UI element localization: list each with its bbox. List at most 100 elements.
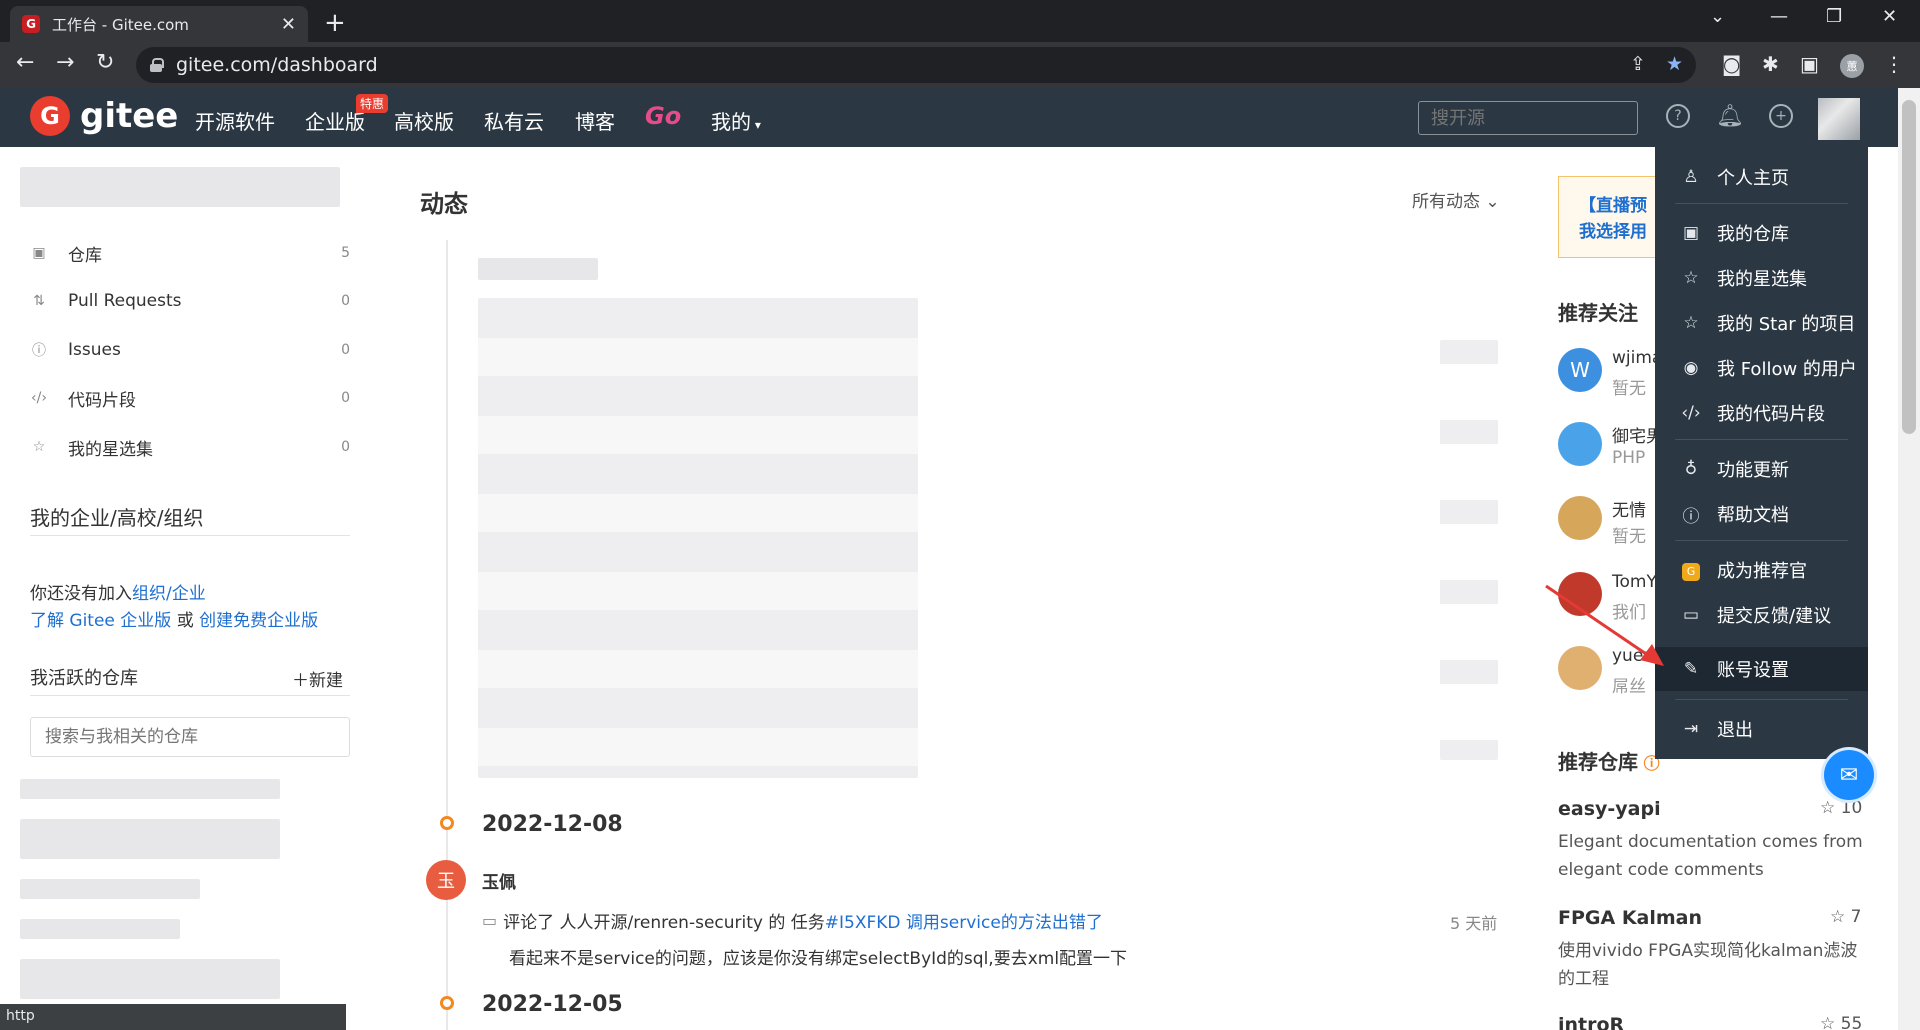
rec-repo-name[interactable]: FPGA Kalman	[1558, 907, 1702, 929]
menu-item-label: 我的仓库	[1717, 224, 1789, 245]
feedback-icon: ▭	[1682, 605, 1700, 625]
sidebar-item-count: 0	[341, 390, 350, 406]
back-icon[interactable]: ←	[16, 50, 34, 75]
browser-profile-avatar[interactable]: 蕙	[1840, 54, 1864, 78]
minimize-icon[interactable]: —	[1770, 6, 1788, 27]
recommended-user[interactable]: 御宅男 PHP	[1558, 422, 1663, 470]
menu-item-following[interactable]: ◉ 我 Follow 的用户	[1655, 346, 1868, 390]
repo-star-count[interactable]: ☆ 10	[1820, 798, 1862, 818]
create-enterprise-link[interactable]: 创建免费企业版	[199, 611, 318, 631]
close-tab-icon[interactable]: ✕	[281, 14, 296, 35]
org-text-prefix: 你还没有加入	[30, 584, 132, 604]
menu-item-label: 提交反馈/建议	[1717, 606, 1832, 627]
restore-icon[interactable]: ❐	[1826, 6, 1842, 27]
side-panel-icon[interactable]: ▣	[1800, 52, 1819, 76]
nav-open-source[interactable]: 开源软件	[195, 106, 275, 135]
header-search-input[interactable]	[1418, 101, 1638, 135]
repo-star-number: 55	[1840, 1014, 1863, 1030]
feed-user-name[interactable]: 玉佩	[482, 868, 516, 893]
nav-mine[interactable]: 我的 ▾	[711, 106, 761, 135]
menu-item-recommender[interactable]: G 成为推荐官	[1655, 548, 1868, 592]
star-icon: ☆	[1820, 798, 1841, 818]
gitee-logo[interactable]: G gitee	[30, 96, 178, 136]
repo-star-number: 10	[1840, 798, 1863, 818]
menu-item-feedback[interactable]: ▭ 提交反馈/建议	[1655, 593, 1868, 637]
blurred-repo	[20, 879, 200, 899]
repo-star-count[interactable]: ☆ 55	[1820, 1014, 1862, 1030]
feed-date: 2022-12-08	[482, 812, 623, 837]
active-repos-heading: 我活跃的仓库	[30, 668, 138, 689]
nav-private-cloud[interactable]: 私有云	[484, 106, 544, 135]
star-icon: ☆	[1820, 1014, 1841, 1030]
help-icon: ⓘ	[1682, 506, 1700, 527]
menu-item-profile[interactable]: ♙ 个人主页	[1655, 155, 1868, 199]
sidebar-item-repos[interactable]: ▣ 仓库 5	[30, 239, 350, 267]
rec-repo-name[interactable]: easy-yapi	[1558, 798, 1661, 820]
tab-search-icon[interactable]: ⌄	[1710, 6, 1725, 27]
menu-item-updates[interactable]: ♁ 功能更新	[1655, 447, 1868, 491]
menu-item-account-settings[interactable]: ✎ 账号设置	[1655, 647, 1868, 691]
feed-filter-dropdown[interactable]: 所有动态 ⌄	[1412, 187, 1500, 212]
rec-user-desc: 屌丝	[1612, 677, 1646, 697]
hot-badge: 特惠	[356, 94, 389, 113]
scrollbar-thumb[interactable]	[1902, 100, 1916, 434]
sidebar-item-starred[interactable]: ☆ 我的星选集 0	[30, 433, 350, 461]
rec-repo-name[interactable]: introR	[1558, 1014, 1624, 1030]
share-icon[interactable]: ⇪	[1630, 53, 1646, 75]
star-icon: ☆	[32, 439, 46, 455]
recommended-user[interactable]: W wjima 暂无	[1558, 348, 1662, 399]
issue-link[interactable]: #I5XFKD 调用service的方法出错了	[825, 908, 1103, 933]
learn-enterprise-link[interactable]: 了解 Gitee 企业版	[30, 611, 171, 631]
chevron-down-icon: ⌄	[1480, 192, 1500, 212]
reload-icon[interactable]: ↻	[96, 50, 114, 75]
divider	[30, 695, 350, 696]
browser-tab[interactable]: G 工作台 - Gitee.com ✕	[10, 6, 308, 42]
nav-blog[interactable]: 博客	[575, 106, 615, 135]
org-empty-text: 你还没有加入组织/企业	[30, 579, 206, 604]
floating-chat-icon[interactable]: ✉	[1824, 750, 1874, 800]
user-avatar[interactable]	[1818, 98, 1860, 140]
menu-item-my-snippets[interactable]: ‹/› 我的代码片段	[1655, 391, 1868, 435]
sidebar-item-issues[interactable]: ⓘ Issues 0	[30, 336, 350, 364]
menu-item-my-collections[interactable]: ☆ 我的星选集	[1655, 256, 1868, 300]
code-icon: ‹/›	[31, 390, 47, 406]
logo-text: gitee	[80, 96, 179, 136]
sidebar-item-label: Pull Requests	[68, 291, 182, 311]
address-bar[interactable]: gitee.com/dashboard ⇪ ★	[136, 47, 1696, 83]
nav-mine-label: 我的	[711, 110, 751, 134]
create-plus-icon[interactable]: +	[1769, 104, 1793, 128]
blurred-feed-item	[478, 298, 918, 778]
nav-university[interactable]: 高校版	[394, 106, 454, 135]
sidebar-item-label: 仓库	[68, 245, 102, 266]
close-window-icon[interactable]: ✕	[1882, 6, 1897, 27]
help-icon[interactable]: ?	[1666, 104, 1690, 128]
or-text: 或	[171, 611, 200, 631]
timeline-line	[446, 240, 448, 1030]
forward-icon[interactable]: →	[56, 50, 74, 75]
feed-user-avatar[interactable]: 玉	[426, 860, 466, 900]
bell-icon[interactable]: 🔔︎	[1716, 104, 1744, 129]
browser-menu-icon[interactable]: ⋮	[1884, 52, 1904, 76]
menu-item-my-repos[interactable]: ▣ 我的仓库	[1655, 211, 1868, 255]
feed-action-text: 评论了 人人开源/renren-security 的 任务	[503, 913, 825, 933]
timeline-dot	[440, 816, 454, 830]
rec-user-avatar: W	[1558, 348, 1602, 392]
menu-item-label: 个人主页	[1717, 168, 1789, 189]
menu-item-label: 功能更新	[1717, 460, 1789, 481]
join-org-link[interactable]: 组织/企业	[132, 584, 206, 604]
sidebar-item-snippets[interactable]: ‹/› 代码片段 0	[30, 384, 350, 412]
bookmark-star-icon[interactable]: ★	[1666, 53, 1683, 75]
menu-item-label: 我的代码片段	[1717, 404, 1825, 425]
repo-search-input[interactable]	[30, 717, 350, 757]
sidebar-item-pull-requests[interactable]: ⇅ Pull Requests 0	[30, 287, 350, 315]
extension-icon[interactable]: ◙	[1722, 52, 1741, 76]
menu-item-starred-projects[interactable]: ☆ 我的 Star 的项目	[1655, 301, 1868, 345]
new-repo-button[interactable]: ＋新建	[292, 666, 343, 691]
puzzle-extensions-icon[interactable]: ✱	[1762, 52, 1779, 76]
menu-item-help-docs[interactable]: ⓘ 帮助文档	[1655, 492, 1868, 536]
repo-star-count[interactable]: ☆ 7	[1830, 907, 1861, 927]
new-tab-icon[interactable]: +	[324, 8, 346, 38]
menu-item-logout[interactable]: ⇥ 退出	[1655, 707, 1868, 751]
recommended-user[interactable]: 无情 暂无	[1558, 496, 1658, 547]
nav-go[interactable]: Go	[645, 102, 681, 130]
